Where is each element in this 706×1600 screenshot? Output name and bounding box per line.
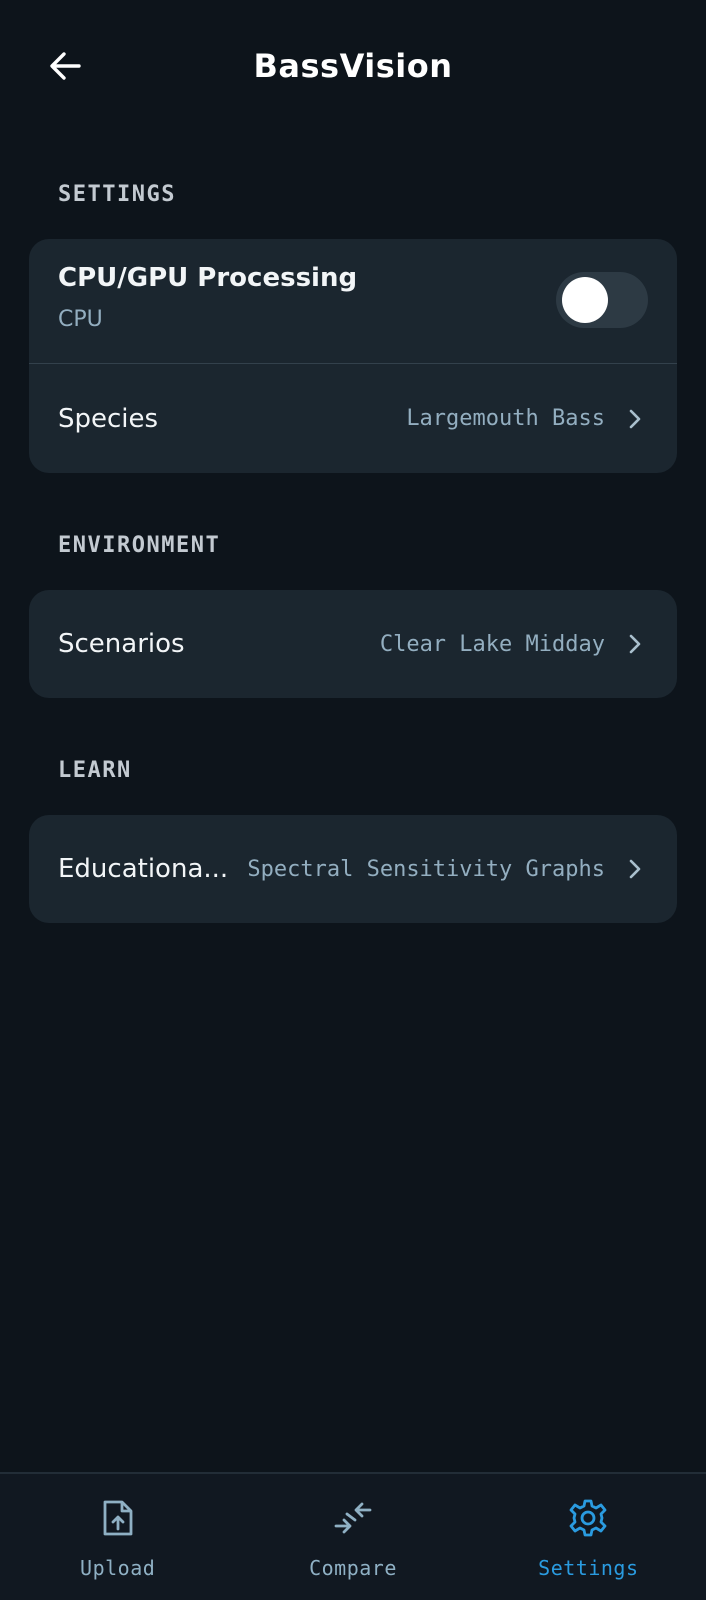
processing-title: CPU/GPU Processing <box>58 263 358 293</box>
educational-title: Educationa... <box>58 854 229 884</box>
scenarios-title: Scenarios <box>58 629 185 659</box>
processing-row: CPU/GPU Processing CPU <box>29 239 677 363</box>
species-value: Largemouth Bass <box>406 406 605 431</box>
environment-card: Scenarios Clear Lake Midday <box>29 590 677 698</box>
species-row[interactable]: Species Largemouth Bass <box>29 364 677 473</box>
nav-compare[interactable]: Compare <box>235 1474 470 1600</box>
scenarios-row[interactable]: Scenarios Clear Lake Midday <box>29 590 677 698</box>
nav-label-settings: Settings <box>538 1556 639 1580</box>
educational-value: Spectral Sensitivity Graphs <box>247 856 605 882</box>
toggle-knob <box>562 277 608 323</box>
app-header: BassVision <box>0 0 706 130</box>
nav-upload[interactable]: Upload <box>0 1474 235 1600</box>
section-label-learn: LEARN <box>58 758 132 783</box>
chevron-right-icon <box>623 407 647 431</box>
scenarios-value: Clear Lake Midday <box>379 631 605 657</box>
educational-row[interactable]: Educationa... Spectral Sensitivity Graph… <box>29 815 677 923</box>
file-upload-icon <box>98 1498 138 1538</box>
page-title: BassVision <box>253 47 453 85</box>
bottom-nav: Upload Compare Settings <box>0 1472 706 1600</box>
learn-card: Educationa... Spectral Sensitivity Graph… <box>29 815 677 923</box>
processing-toggle[interactable] <box>556 272 648 328</box>
chevron-right-icon <box>623 632 647 656</box>
section-label-environment: ENVIRONMENT <box>58 533 221 558</box>
processing-value: CPU <box>58 307 103 332</box>
species-title: Species <box>58 403 159 434</box>
gear-icon <box>568 1498 608 1538</box>
nav-settings[interactable]: Settings <box>471 1474 706 1600</box>
nav-label-compare: Compare <box>309 1556 397 1580</box>
settings-card: CPU/GPU Processing CPU Species Largemout… <box>29 239 677 473</box>
compare-arrows-icon <box>333 1498 373 1538</box>
app-root: BassVision SETTINGS CPU/GPU Processing C… <box>0 0 706 1600</box>
section-label-settings: SETTINGS <box>58 182 176 207</box>
nav-label-upload: Upload <box>80 1556 156 1580</box>
chevron-right-icon <box>623 857 647 881</box>
